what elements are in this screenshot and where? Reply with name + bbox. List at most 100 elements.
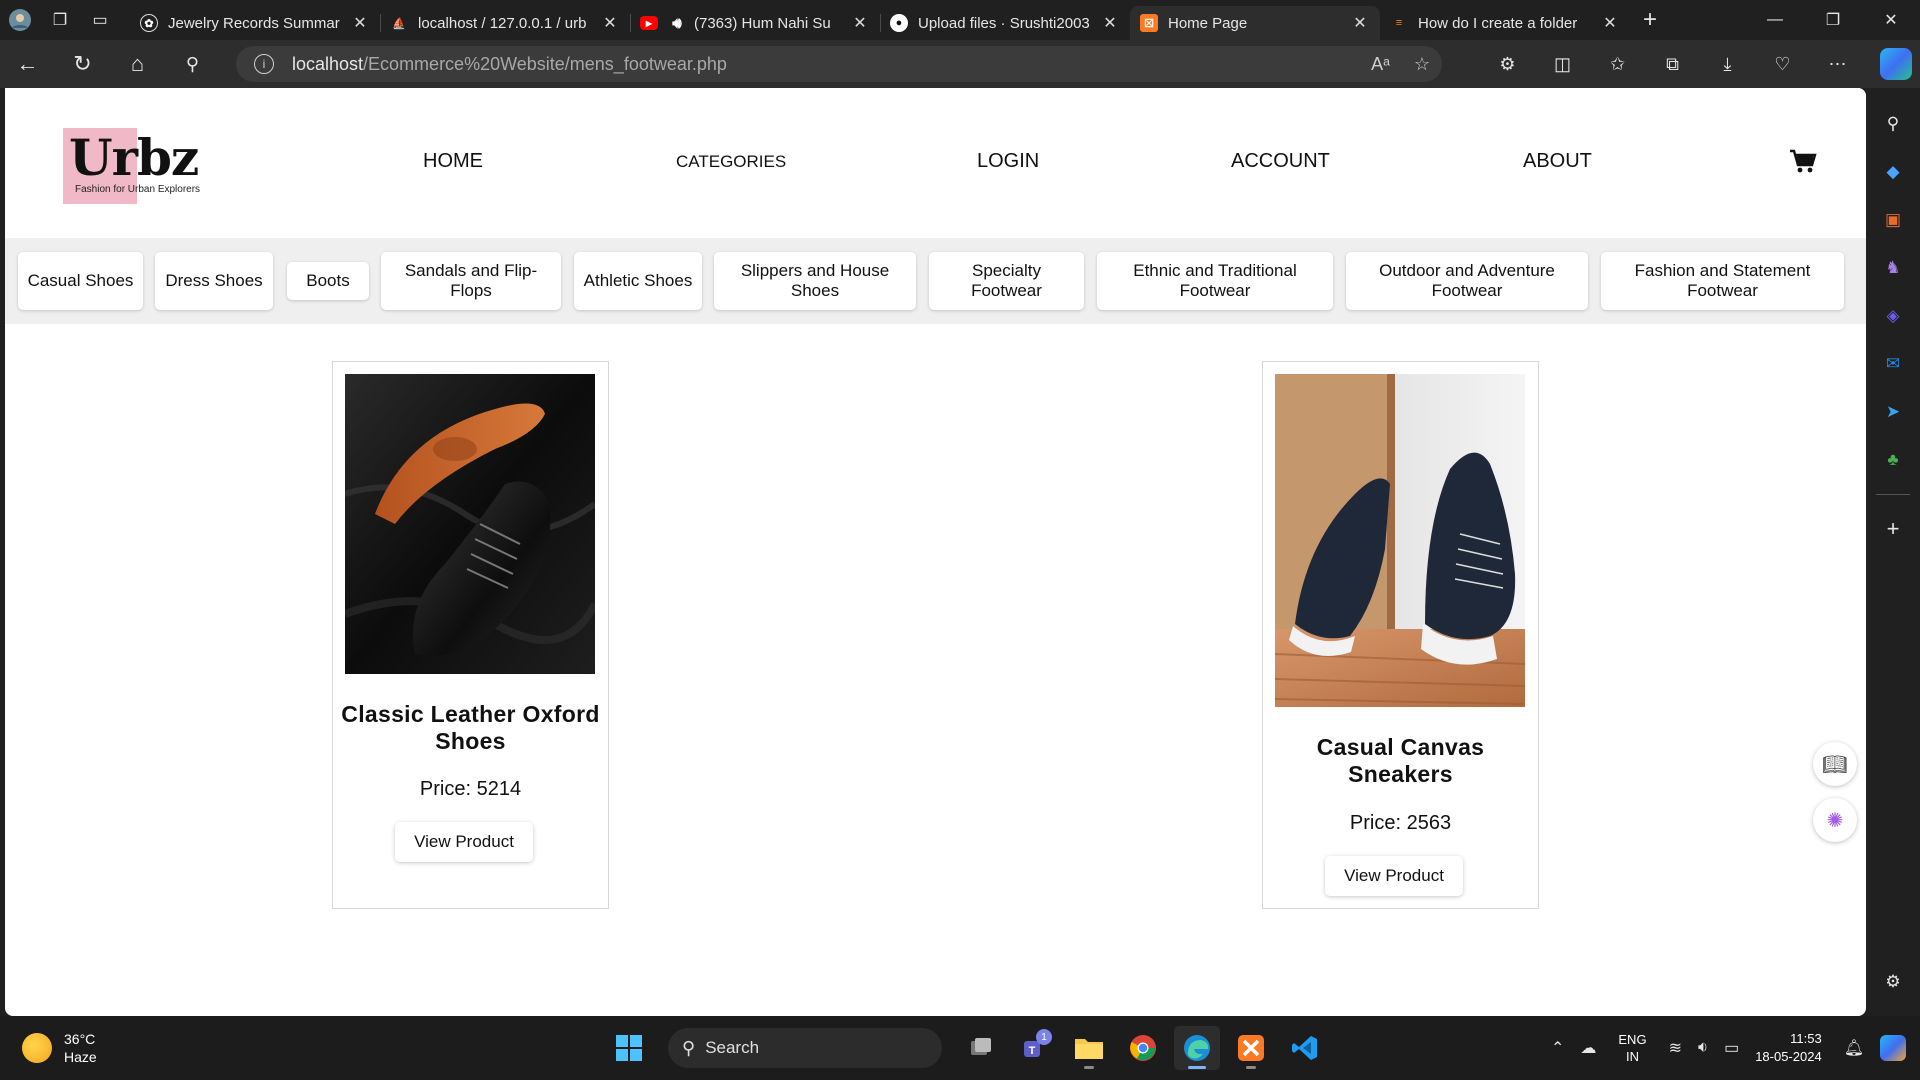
- tab-youtube[interactable]: ▶ 🔊︎ (7363) Hum Nahi Su ✕: [630, 6, 880, 40]
- category-outdoor[interactable]: Outdoor and Adventure Footwear: [1346, 252, 1588, 310]
- tab-actions-icon[interactable]: ▭: [80, 0, 120, 40]
- search-icon[interactable]: ⚲: [165, 40, 220, 88]
- view-product-button[interactable]: View Product: [395, 822, 533, 862]
- nav-about[interactable]: ABOUT: [1523, 150, 1592, 173]
- profile-avatar[interactable]: [0, 0, 40, 40]
- start-icon[interactable]: [606, 1026, 652, 1070]
- vscode-icon[interactable]: [1282, 1026, 1328, 1070]
- ai-assistant-icon[interactable]: ✺: [1813, 798, 1857, 842]
- battery-icon[interactable]: ▭: [1724, 1038, 1739, 1058]
- category-athletic-shoes[interactable]: Athletic Shoes: [574, 252, 702, 310]
- site-header: Urbz Fashion for Urban Explorers HOME CA…: [5, 88, 1866, 238]
- volume-icon[interactable]: 🔉︎: [1698, 1039, 1708, 1057]
- category-casual-shoes[interactable]: Casual Shoes: [18, 252, 143, 310]
- sidebar-settings-icon[interactable]: ⚙: [1878, 967, 1908, 997]
- chrome-icon[interactable]: [1120, 1026, 1166, 1070]
- close-tab-icon[interactable]: ✕: [1100, 13, 1120, 33]
- back-icon[interactable]: ←: [0, 40, 55, 88]
- windows-taskbar: 36°C Haze ⚲ Search T 1 ⌃ ☁ ENG IN ≋ 🔉︎ ▭…: [0, 1016, 1920, 1080]
- nav-home[interactable]: HOME: [423, 150, 483, 173]
- restore-icon[interactable]: ❐: [1804, 0, 1862, 40]
- close-tab-icon[interactable]: ✕: [600, 13, 620, 33]
- shopping-tag-icon[interactable]: ◆: [1878, 157, 1908, 187]
- weather-temperature: 36°C: [64, 1031, 96, 1047]
- immersive-reader-icon[interactable]: 📖︎: [1813, 742, 1857, 786]
- close-tab-icon[interactable]: ✕: [350, 13, 370, 33]
- refresh-icon[interactable]: ↻: [55, 40, 110, 88]
- language-indicator[interactable]: ENG IN: [1618, 1031, 1646, 1065]
- tab-home-page[interactable]: ☒ Home Page ✕: [1130, 6, 1380, 40]
- clock[interactable]: 11:53 18-05-2024: [1755, 1030, 1822, 1066]
- weather-widget[interactable]: 36°C Haze: [22, 1030, 97, 1066]
- new-tab-button[interactable]: +: [1630, 6, 1670, 34]
- url-text[interactable]: localhost/Ecommerce%20Website/mens_footw…: [292, 54, 727, 75]
- category-boots[interactable]: Boots: [287, 262, 369, 300]
- extensions-icon[interactable]: ⚙: [1480, 54, 1535, 75]
- category-slippers[interactable]: Slippers and House Shoes: [714, 252, 916, 310]
- send-icon[interactable]: ➤: [1878, 397, 1908, 427]
- cart-icon[interactable]: [1788, 146, 1818, 176]
- tab-github[interactable]: ● Upload files · Srushti2003 ✕: [880, 6, 1130, 40]
- home-icon[interactable]: ⌂: [110, 40, 165, 88]
- tab-title: How do I create a folder: [1418, 14, 1578, 32]
- games-icon[interactable]: ♞: [1878, 253, 1908, 283]
- address-bar[interactable]: i localhost/Ecommerce%20Website/mens_foo…: [236, 46, 1442, 82]
- category-fashion[interactable]: Fashion and Statement Footwear: [1601, 252, 1844, 310]
- product-card: Casual Canvas Sneakers Price: 2563 View …: [1262, 361, 1539, 909]
- copilot-taskbar-icon[interactable]: [1880, 1035, 1906, 1061]
- edge-icon[interactable]: [1174, 1026, 1220, 1070]
- tab-stackoverflow[interactable]: ≡ How do I create a folder ✕: [1380, 6, 1630, 40]
- product-image-sneakers[interactable]: [1275, 374, 1525, 707]
- file-explorer-icon[interactable]: [1066, 1026, 1112, 1070]
- close-window-icon[interactable]: ✕: [1862, 0, 1920, 40]
- favorites-icon[interactable]: ✩: [1590, 54, 1645, 75]
- downloads-icon[interactable]: ⤓: [1700, 54, 1755, 75]
- product-price: Price: 2563: [1349, 812, 1452, 834]
- favorite-star-icon[interactable]: ☆: [1414, 54, 1430, 75]
- weather-description: Haze: [64, 1049, 97, 1065]
- minimize-icon[interactable]: —: [1746, 0, 1804, 40]
- site-info-icon[interactable]: i: [254, 54, 274, 74]
- split-screen-icon[interactable]: ◫: [1535, 54, 1590, 75]
- microsoft-365-icon[interactable]: ◈: [1878, 301, 1908, 331]
- running-indicator: [1188, 1066, 1206, 1069]
- more-menu-icon[interactable]: ⋯: [1810, 54, 1865, 75]
- wifi-icon[interactable]: ≋: [1669, 1038, 1682, 1058]
- close-tab-icon[interactable]: ✕: [1350, 13, 1370, 33]
- nav-account[interactable]: ACCOUNT: [1231, 150, 1330, 173]
- running-indicator: [1084, 1066, 1094, 1069]
- collections-icon[interactable]: ⧉: [1645, 54, 1700, 75]
- edge-sidebar: ⚲ ◆ ▣ ♞ ◈ ✉ ➤ ♣ + ⚙: [1866, 88, 1920, 1016]
- browser-tab-strip: ❐ ▭ ✿ Jewelry Records Summar ✕ ⛵ localho…: [0, 0, 1920, 40]
- show-hidden-icons-icon[interactable]: ⌃: [1551, 1038, 1564, 1058]
- product-image-oxford[interactable]: [345, 374, 595, 674]
- close-tab-icon[interactable]: ✕: [1600, 13, 1620, 33]
- tree-icon[interactable]: ♣: [1878, 445, 1908, 475]
- sidebar-search-icon[interactable]: ⚲: [1878, 109, 1908, 139]
- workspaces-icon[interactable]: ❐: [40, 0, 80, 40]
- category-sandals[interactable]: Sandals and Flip-Flops: [381, 252, 561, 310]
- nav-login[interactable]: LOGIN: [977, 150, 1039, 173]
- teams-icon[interactable]: T 1: [1012, 1026, 1058, 1070]
- tab-phpmyadmin[interactable]: ⛵ localhost / 127.0.0.1 / urb ✕: [380, 6, 630, 40]
- outlook-icon[interactable]: ✉: [1878, 349, 1908, 379]
- copilot-icon[interactable]: [1880, 48, 1912, 80]
- nav-categories[interactable]: CATEGORIES: [676, 152, 786, 172]
- read-aloud-icon[interactable]: Aᵃ: [1371, 54, 1390, 75]
- onedrive-icon[interactable]: ☁: [1580, 1038, 1596, 1058]
- view-product-button[interactable]: View Product: [1325, 856, 1463, 896]
- taskbar-search[interactable]: ⚲ Search: [668, 1028, 942, 1068]
- category-ethnic[interactable]: Ethnic and Traditional Footwear: [1097, 252, 1333, 310]
- notifications-bell-icon[interactable]: 🔔︎: [1844, 1038, 1864, 1058]
- add-sidebar-icon[interactable]: +: [1878, 514, 1908, 544]
- tools-icon[interactable]: ▣: [1878, 205, 1908, 235]
- category-specialty[interactable]: Specialty Footwear: [929, 252, 1084, 310]
- tab-jewelry-records[interactable]: ✿ Jewelry Records Summar ✕: [130, 6, 380, 40]
- site-logo[interactable]: Urbz Fashion for Urban Explorers: [63, 128, 203, 204]
- task-view-icon[interactable]: [958, 1026, 1004, 1070]
- category-dress-shoes[interactable]: Dress Shoes: [155, 252, 273, 310]
- close-tab-icon[interactable]: ✕: [850, 13, 870, 33]
- xampp-taskbar-icon[interactable]: [1228, 1026, 1274, 1070]
- browser-essentials-icon[interactable]: ♡: [1755, 54, 1810, 75]
- speaker-icon[interactable]: 🔊︎: [668, 14, 686, 32]
